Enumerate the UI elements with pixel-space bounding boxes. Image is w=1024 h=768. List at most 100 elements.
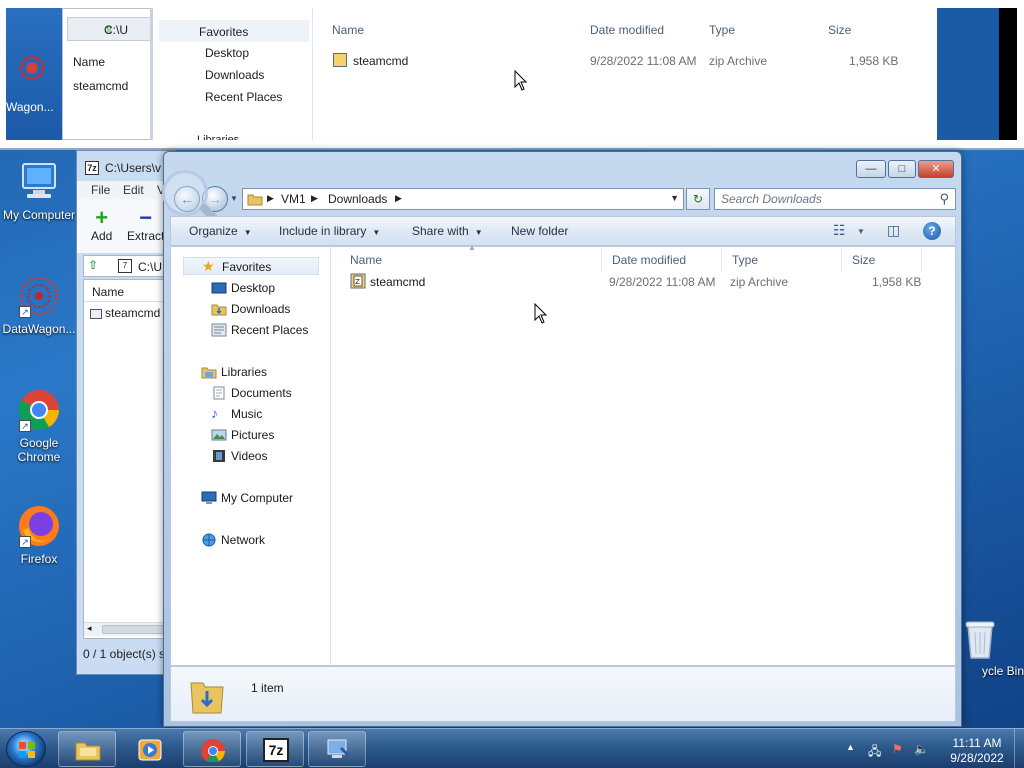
desktop-icon-firefox[interactable]: ↗ Firefox — [0, 504, 78, 566]
breadcrumb-separator-icon[interactable]: ▶ — [395, 193, 402, 204]
file-type: zip Archive — [730, 275, 789, 289]
column-header-size[interactable]: Size — [842, 249, 922, 271]
clock[interactable]: 11:11 AM 9/28/2022 — [942, 736, 1012, 766]
recycle-bin-icon — [960, 616, 1000, 660]
recent-pages-chevron-icon[interactable]: ▼ — [230, 194, 238, 203]
breadcrumb-separator-icon[interactable]: ▶ — [267, 193, 274, 204]
shortcut-arrow-icon: ↗ — [19, 306, 31, 318]
list-item[interactable]: steamcmd — [90, 306, 160, 320]
zip-file-icon — [333, 53, 347, 67]
scrollbar-thumb[interactable] — [102, 625, 172, 634]
7zip-row-name: steamcmd — [105, 306, 161, 320]
nav-my-computer-label: My Computer — [221, 491, 294, 505]
music-note-icon: ♪ — [211, 405, 218, 421]
item-count: 1 item — [251, 681, 284, 695]
search-box[interactable]: ⚲ — [714, 188, 956, 210]
search-input[interactable] — [721, 191, 931, 207]
nav-desktop[interactable]: Desktop — [201, 279, 275, 297]
taskbar-media-player-button[interactable] — [120, 731, 178, 767]
preview-column-name: Name — [73, 55, 106, 69]
refresh-button[interactable]: ↻ — [686, 188, 710, 210]
nav-music[interactable]: ♪ Music — [201, 405, 262, 423]
help-icon[interactable]: ? — [923, 222, 941, 240]
preview-nav-libraries: Libraries — [197, 134, 240, 140]
address-bar[interactable]: ▶ VM1 ▶ Downloads ▶ ▼ — [242, 188, 684, 210]
nav-documents[interactable]: Documents — [201, 384, 292, 402]
menu-file[interactable]: File — [91, 183, 110, 197]
details-pane: 1 item — [170, 666, 956, 722]
volume-icon[interactable]: 🔈 — [914, 742, 929, 756]
address-dropdown-icon[interactable]: ▼ — [670, 193, 679, 203]
nav-recent-places[interactable]: Recent Places — [201, 321, 308, 339]
share-with-label: Share with — [412, 224, 469, 238]
column-header-date-modified[interactable]: Date modified — [602, 249, 722, 271]
7zip-file-manager-window[interactable]: 7z C:\Users\v File Edit V + Add − Extrac… — [76, 150, 177, 675]
share-with-button[interactable]: Share with ▼ — [412, 224, 483, 238]
action-center-icon[interactable]: ⚑ — [892, 742, 903, 756]
start-button[interactable] — [6, 731, 46, 767]
column-header-name[interactable]: Name — [340, 249, 602, 271]
zip-icon: 7 — [118, 259, 132, 273]
dropdown-caret-icon: ▼ — [372, 228, 381, 237]
taskbar-explorer-button[interactable] — [58, 731, 116, 767]
taskbar-remote-desktop-button[interactable] — [308, 731, 366, 767]
column-header-type[interactable]: Type — [722, 249, 842, 271]
7zip-file-list: Name steamcmd ◂ — [83, 279, 174, 639]
7zip-column-name[interactable]: Name — [84, 280, 174, 302]
show-hidden-icons-icon[interactable]: ▲ — [846, 742, 855, 752]
minimize-button[interactable]: — — [856, 160, 886, 178]
command-bar: Organize ▼ Include in library ▼ Share with… — [170, 216, 956, 246]
preview-explorer-window: Favorites Desktop Downloads Recent Place… — [150, 8, 935, 140]
nav-network[interactable]: Network — [191, 531, 265, 549]
nav-pictures[interactable]: Pictures — [201, 426, 274, 444]
add-button[interactable]: + Add — [91, 207, 113, 244]
navigation-pane: ★ Favorites Desktop Downloads Recent Pla… — [171, 247, 331, 665]
organize-button[interactable]: Organize ▼ — [189, 224, 252, 238]
maximize-button[interactable]: □ — [888, 160, 916, 178]
menu-edit[interactable]: Edit — [123, 183, 144, 197]
nav-libraries[interactable]: Libraries — [191, 363, 267, 381]
view-dropdown-icon[interactable]: ▼ — [857, 227, 865, 236]
libraries-icon — [201, 367, 217, 379]
preview-file-date: 9/28/2022 11:08 AM — [590, 54, 697, 68]
close-button[interactable]: ✕ — [918, 160, 954, 178]
7zip-icon: 7z — [85, 161, 99, 175]
include-in-library-button[interactable]: Include in library ▼ — [279, 224, 380, 238]
breadcrumb-vm1[interactable]: VM1 — [281, 192, 306, 206]
extract-button[interactable]: − Extract — [127, 205, 164, 244]
computer-icon — [17, 160, 61, 204]
nav-my-computer[interactable]: My Computer — [191, 489, 293, 507]
network-icon[interactable]: 🖧 — [868, 742, 881, 763]
nav-videos[interactable]: Videos — [201, 447, 267, 465]
computer-icon — [201, 491, 217, 504]
show-desktop-button[interactable] — [1014, 729, 1024, 768]
desktop-icon-recycle-bin[interactable]: ycle Bin — [954, 616, 1024, 678]
7zip-address-bar[interactable]: ⇧ 7 C:\U — [83, 255, 173, 277]
nav-music-label: Music — [231, 407, 263, 421]
preview-nav-desktop: Desktop — [205, 46, 250, 60]
horizontal-scrollbar[interactable]: ◂ — [84, 622, 172, 636]
desktop-icon-datawagon[interactable]: ↗ DataWagon... — [0, 274, 78, 336]
breadcrumb-downloads[interactable]: Downloads — [328, 192, 387, 206]
zip-archive-icon: Z — [350, 273, 366, 289]
datawagon-icon: ↗ — [17, 274, 61, 318]
desktop-icon-my-computer[interactable]: My Computer — [0, 160, 78, 222]
preview-desktop: Wagon... — [6, 8, 62, 140]
nav-favorites[interactable]: ★ Favorites — [183, 257, 319, 275]
nav-downloads[interactable]: Downloads — [201, 300, 290, 318]
taskbar-7zip-button[interactable]: 7z — [246, 731, 304, 767]
media-player-icon — [138, 739, 162, 761]
taskbar-chrome-button[interactable] — [183, 731, 241, 767]
add-button-label: Add — [91, 229, 113, 243]
change-view-icon[interactable]: ☷ — [833, 222, 846, 239]
desktop-icon-label: Chrome — [17, 450, 61, 464]
scroll-left-icon[interactable]: ◂ — [87, 623, 92, 634]
clock-date: 9/28/2022 — [950, 751, 1004, 765]
desktop-icon-google-chrome[interactable]: ↗ Google Chrome — [0, 388, 78, 464]
preview-pane-icon[interactable]: ◫ — [887, 222, 900, 239]
new-folder-button[interactable]: New folder — [511, 224, 568, 238]
breadcrumb-separator-icon[interactable]: ▶ — [311, 193, 318, 204]
minus-icon: − — [139, 205, 153, 230]
search-icon[interactable]: ⚲ — [939, 191, 949, 207]
downloads-explorer-window[interactable]: — □ ✕ ← → ▼ ▶ VM1 ▶ Downloads ▶ ▼ ↻ ⚲ Or… — [162, 151, 962, 727]
